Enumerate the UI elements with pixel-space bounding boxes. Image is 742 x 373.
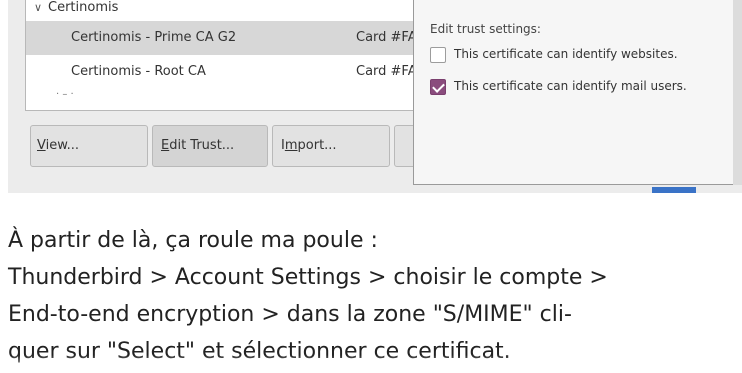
view-accel: V	[37, 138, 46, 153]
tree-group-certinomis[interactable]: ∨ Certinomis	[26, 0, 426, 21]
left-edge	[0, 0, 8, 193]
edit-trust-button[interactable]: Edit Trust...	[152, 125, 268, 167]
cert-name: Certinomis - Prime CA G2	[71, 30, 237, 45]
mail-users-label[interactable]: This certificate can identify mail users…	[454, 79, 687, 93]
edit-trust-dialog: Edit trust settings: This certificate ca…	[413, 0, 733, 185]
crop-fade	[0, 355, 742, 373]
websites-checkbox[interactable]	[430, 47, 446, 63]
tree-group-label: Certinomis	[48, 0, 119, 15]
mail-users-checkbox[interactable]	[430, 79, 446, 95]
article-line: End-to-end encryption > dans la zone "S/…	[8, 302, 572, 327]
edit-trust-label: dit Trust...	[169, 138, 235, 153]
window-edge	[733, 0, 742, 185]
article-text: À partir de là, ça roule ma poule : Thun…	[8, 222, 736, 370]
tree-row[interactable]: Certinomis - Prime CA G2 Card #FA	[26, 21, 426, 55]
cert-device: Card #FA	[356, 30, 417, 45]
ok-button-edge[interactable]	[652, 187, 696, 193]
article-line: Thunderbird > Account Settings > choisir…	[8, 265, 608, 290]
view-label: iew...	[45, 138, 80, 153]
certificate-tree[interactable]: ∨ Certinomis Certinomis - Prime CA G2 Ca…	[25, 0, 427, 111]
import-button[interactable]: Import...	[272, 125, 390, 167]
websites-label[interactable]: This certificate can identify websites.	[454, 47, 678, 61]
import-accel: m	[284, 138, 298, 153]
view-button[interactable]: View...	[30, 125, 148, 167]
cert-device: Card #FA	[356, 64, 417, 79]
tree-row[interactable]: Certinomis - Root CA Card #FA	[26, 55, 426, 89]
dialog-title: Edit trust settings:	[430, 22, 541, 36]
cert-name: Certinomis - Root CA	[71, 64, 206, 79]
article-line: À partir de là, ça roule ma poule :	[8, 228, 378, 253]
screenshot-panel: ∨ Certinomis Certinomis - Prime CA G2 Ca…	[0, 0, 742, 193]
tree-next-group-hint: · – ·	[56, 89, 74, 100]
import-label: port...	[297, 138, 337, 153]
chevron-down-icon[interactable]: ∨	[34, 0, 42, 21]
edit-trust-accel: E	[161, 138, 170, 153]
